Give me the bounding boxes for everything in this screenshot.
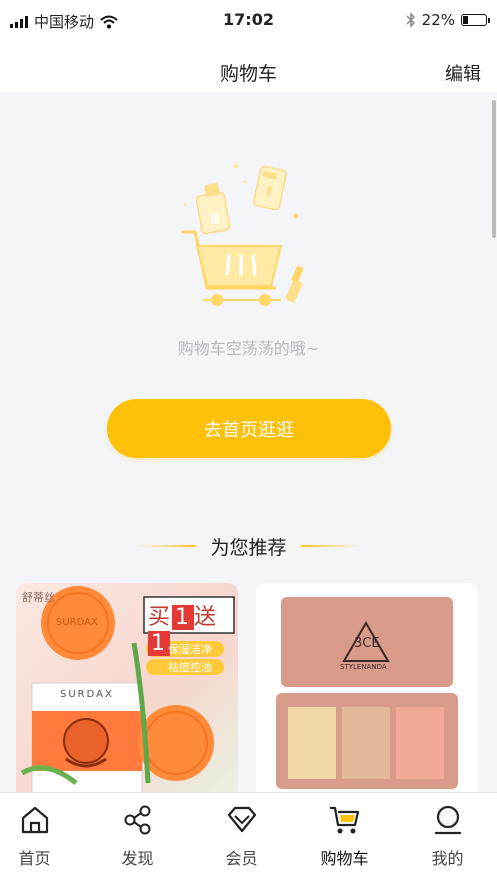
recommend-title: 为您推荐 bbox=[210, 536, 287, 559]
cart-icon bbox=[329, 806, 359, 834]
status-bar: 中国移动 17:02 22% bbox=[0, 0, 497, 40]
status-right: 22% bbox=[406, 11, 490, 29]
palette-product-graphic bbox=[276, 597, 458, 789]
tab-member[interactable]: 会员 bbox=[192, 803, 291, 873]
battery-percent: 22% bbox=[421, 11, 455, 29]
share-nodes-icon bbox=[124, 805, 150, 835]
header-divider-left bbox=[136, 545, 197, 547]
home-icon bbox=[21, 806, 48, 834]
tab-label: 会员 bbox=[225, 849, 258, 868]
soap-emboss-text: SURDAX bbox=[56, 617, 98, 628]
diamond-icon bbox=[227, 806, 256, 833]
product-logo-sub: STYLENANDA bbox=[340, 663, 387, 671]
product-tag: 保湿洁净 bbox=[168, 643, 212, 656]
tab-home[interactable]: 首页 bbox=[0, 803, 84, 873]
scrollbar[interactable] bbox=[492, 100, 496, 238]
brand-logo-text: 舒蒂丝 bbox=[22, 591, 55, 604]
edit-button[interactable]: 编辑 bbox=[445, 60, 481, 86]
tab-label: 购物车 bbox=[320, 849, 369, 868]
empty-cart-illustration bbox=[181, 163, 304, 306]
battery-level-fill bbox=[463, 16, 468, 24]
tab-discover[interactable]: 发现 bbox=[88, 803, 187, 873]
tab-label: 首页 bbox=[18, 849, 51, 868]
promo-send-text: 送 bbox=[194, 605, 219, 630]
tab-label: 发现 bbox=[121, 849, 154, 868]
promo-number-1: 1 bbox=[172, 605, 195, 630]
bluetooth-icon bbox=[406, 12, 415, 28]
promo-number-2: 1 bbox=[148, 631, 170, 656]
battery-icon bbox=[461, 14, 490, 26]
box-brand-text: SURDAX bbox=[60, 689, 114, 700]
tab-label: 我的 bbox=[431, 849, 464, 868]
tab-bar: 首页 发现 会员 购物车 我的 bbox=[0, 792, 497, 884]
nav-bar: 购物车 编辑 bbox=[0, 40, 497, 92]
empty-cart-message: 购物车空荡荡的哦~ bbox=[177, 339, 320, 358]
profile-icon bbox=[434, 805, 461, 835]
product-logo: 3CE bbox=[354, 636, 380, 651]
product-image: 舒蒂丝 SURDAX SURDAX 买 1 送1 保湿洁净 祛痘控油 bbox=[16, 583, 238, 794]
product-image: 3CE STYLENANDA bbox=[256, 583, 478, 793]
go-home-button[interactable]: 去首页逛逛 bbox=[107, 399, 391, 458]
tab-profile[interactable]: 我的 bbox=[398, 803, 497, 873]
page-title: 购物车 bbox=[219, 63, 277, 85]
tab-cart[interactable]: 购物车 bbox=[295, 803, 394, 873]
promo-buy-text: 买 bbox=[148, 605, 173, 630]
header-divider-right bbox=[300, 545, 361, 547]
recommend-header: 为您推荐 bbox=[0, 532, 497, 560]
product-tag: 祛痘控油 bbox=[168, 661, 212, 674]
